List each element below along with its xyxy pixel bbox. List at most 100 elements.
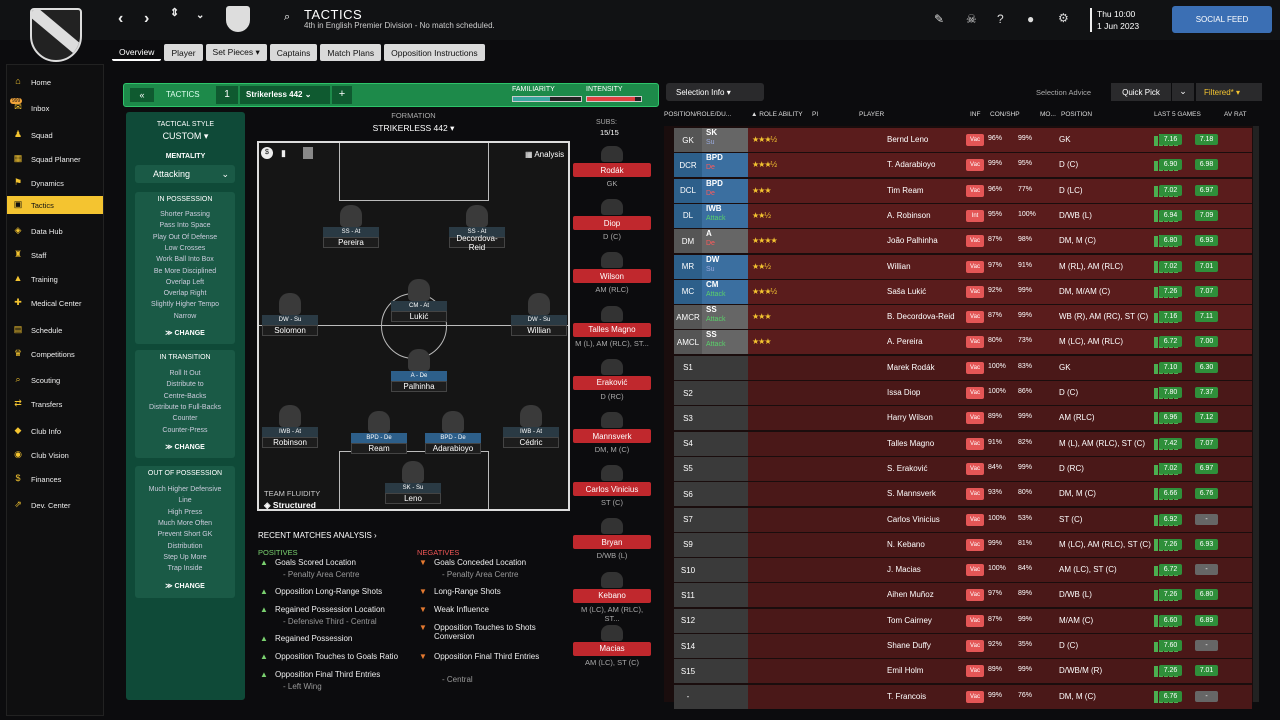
player-name[interactable]: T. Francois [887, 692, 926, 701]
sub-player[interactable]: Mannsverk DM, M (C) [573, 412, 651, 454]
sub-player[interactable]: Eraković D (RC) [573, 358, 651, 401]
table-row[interactable]: AMCL SS Attack ★★★ A. Pereira Vac 80% 73% M (LC)… [674, 330, 1252, 355]
table-row[interactable]: S4 Talles Magno Vac 91% 82% M (L), AM (RLC), … [674, 431, 1252, 456]
table-row[interactable]: S14 Shane Duffy Vac 92% 35% D (C) 7.60 - [674, 634, 1252, 658]
tactical-style-value[interactable]: CUSTOM ▾ [126, 131, 245, 142]
pitch-player[interactable]: DW - Su Solomon [262, 293, 318, 336]
role-cell[interactable]: A De [702, 229, 748, 254]
in-possession-box[interactable]: IN POSSESSION Shorter Passing Pass Into S… [135, 192, 235, 344]
role-cell[interactable] [702, 659, 748, 684]
table-row[interactable]: S6 S. Mannsverk Vac 93% 80% DM, M (C) 6.66 6.76 [674, 482, 1252, 507]
role-cell[interactable] [702, 684, 748, 709]
scrollbar[interactable] [1253, 126, 1259, 702]
chart-icon[interactable]: ▮ [281, 148, 286, 159]
role-cell[interactable]: BPD De [702, 153, 748, 178]
tab-overview[interactable]: Overview [112, 44, 162, 61]
table-row[interactable]: S10 J. Macias Vac 100% 84% AM (LC), ST (C) 6.7… [674, 558, 1252, 583]
search-icon[interactable]: ⌕ [284, 11, 290, 24]
sidebar-item-medical-center[interactable]: ✚ Medical Center [7, 294, 103, 312]
table-row[interactable]: S11 Aihen Muñoz Vac 97% 89% D/WB (L) 7.26 6.80 [674, 583, 1252, 608]
sub-player[interactable]: Rodák GK [573, 146, 651, 188]
player-name[interactable]: J. Macias [887, 565, 921, 574]
table-row[interactable]: S2 Issa Diop Vac 100% 86% D (C) 7.80 7.37 [674, 381, 1252, 405]
quick-pick-chevron-icon[interactable]: ⌄ [1172, 83, 1194, 101]
tactic-slot[interactable]: 1 [216, 86, 238, 104]
clipboard-icon[interactable] [303, 147, 313, 159]
sidebar-item-staff[interactable]: ♜ Staff [7, 246, 103, 264]
column-header[interactable]: AV RAT [1224, 111, 1247, 118]
sidebar-item-finances[interactable]: $ Finances [7, 470, 103, 488]
player-name[interactable]: João Palhinha [887, 236, 938, 245]
table-row[interactable]: S5 S. Eraković Vac 84% 99% D (RC) 7.02 6.97 [674, 456, 1252, 481]
in-transition-box[interactable]: IN TRANSITION Roll It Out Distribute to Ce… [135, 350, 235, 458]
sidebar-item-training[interactable]: ▲ Training [7, 270, 103, 288]
player-name[interactable]: Tom Cairney [887, 616, 932, 625]
column-header[interactable]: POSITION [1061, 111, 1092, 118]
sidebar-item-tactics[interactable]: ▣ Tactics [7, 196, 103, 214]
forward-icon[interactable]: › [144, 10, 149, 28]
column-header[interactable]: MO... [1040, 111, 1056, 118]
table-row[interactable]: S7 Carlos Vinicius Vac 100% 53% ST (C) 6.92 - [674, 507, 1252, 532]
player-name[interactable]: Emil Holm [887, 666, 923, 675]
table-row[interactable]: MC CM Attack ★★★½ Saša Lukić Vac 92% 99% DM, M/A… [674, 279, 1252, 304]
player-name[interactable]: Aihen Muñoz [887, 590, 934, 599]
quick-pick-button[interactable]: Quick Pick [1111, 83, 1171, 101]
back-icon[interactable]: ‹ [118, 10, 123, 28]
table-row[interactable]: MR DW Su ★★½ Willian Vac 97% 91% M (RL), AM (RLC… [674, 254, 1252, 279]
player-name[interactable]: S. Eraković [887, 464, 927, 473]
tab-match-plans[interactable]: Match Plans [320, 44, 382, 61]
updown-icon[interactable]: ⇕ [170, 6, 179, 19]
role-cell[interactable] [702, 634, 748, 658]
role-cell[interactable]: SS Attack [702, 330, 748, 355]
table-row[interactable]: AMCR SS Attack ★★★ B. Decordova-Reid Vac 87% 99… [674, 305, 1252, 330]
sidebar-item-scouting[interactable]: ⌕ Scouting [7, 371, 103, 389]
player-name[interactable]: Marek Rodák [887, 363, 935, 372]
column-header[interactable]: PLAYER [859, 111, 884, 118]
role-cell[interactable]: SK Su [702, 128, 748, 152]
table-row[interactable]: S15 Emil Holm Vac 89% 99% D/WB/M (R) 7.26 7.01 [674, 659, 1252, 684]
table-row[interactable]: S9 N. Kebano Vac 99% 81% M (LC), AM (RLC), ST… [674, 532, 1252, 557]
role-cell[interactable]: BPD De [702, 178, 748, 203]
sidebar-item-club-info[interactable]: ◆ Club Info [7, 422, 103, 440]
player-name[interactable]: B. Decordova-Reid [887, 312, 955, 321]
pitch-player[interactable]: SK - Su Leno [385, 461, 441, 504]
pitch-player[interactable]: SS - At Pereira [323, 205, 379, 248]
player-name[interactable]: Issa Diop [887, 388, 920, 397]
column-header[interactable]: PI [812, 111, 818, 118]
formation-dropdown[interactable]: STRIKERLESS 442 ▾ [257, 123, 570, 134]
player-name[interactable]: S. Mannsverk [887, 489, 936, 498]
role-cell[interactable]: IWB Attack [702, 203, 748, 228]
sub-player[interactable]: Bryan D/WB (L) [573, 518, 651, 560]
out-of-possession-change-button[interactable]: ≫ CHANGE [135, 582, 235, 590]
player-name[interactable]: A. Pereira [887, 337, 923, 346]
player-name[interactable]: Talles Magno [887, 439, 934, 448]
in-transition-change-button[interactable]: ≫ CHANGE [135, 443, 235, 451]
table-row[interactable]: DCR BPD De ★★★½ T. Adarabioyo Vac 99% 95% D (C) 6… [674, 153, 1252, 178]
sidebar-item-squad-planner[interactable]: ▦ Squad Planner [7, 150, 103, 168]
gear-icon[interactable]: ⚙ [1058, 11, 1069, 25]
table-row[interactable]: S3 Harry Wilson Vac 89% 99% AM (RLC) 6.96 7.12 [674, 406, 1252, 431]
sub-player[interactable]: Carlos Vinicius ST (C) [573, 465, 651, 507]
sidebar-item-competitions[interactable]: ♛ Competitions [7, 345, 103, 363]
player-name[interactable]: Harry Wilson [887, 413, 933, 422]
pitch-player[interactable]: IWB - At Robinson [262, 405, 318, 448]
edit-icon[interactable]: ✎ [934, 12, 944, 26]
table-row[interactable]: DCL BPD De ★★★ Tim Ream Vac 96% 77% D (LC) 7.02 6.… [674, 178, 1252, 203]
social-feed-button[interactable]: SOCIAL FEED [1172, 6, 1272, 33]
sub-player[interactable]: Wilson AM (RLC) [573, 252, 651, 294]
tab-opposition-instructions[interactable]: Opposition Instructions [384, 44, 485, 61]
role-cell[interactable] [702, 558, 748, 583]
player-name[interactable]: T. Adarabioyo [887, 160, 935, 169]
selection-advice-label[interactable]: Selection Advice [1036, 88, 1091, 97]
selection-info-dropdown[interactable]: Selection Info ▾ [666, 83, 764, 101]
sub-player[interactable]: Diop D (C) [573, 199, 651, 241]
role-cell[interactable] [702, 406, 748, 431]
column-header[interactable]: LAST 5 GAMES [1154, 111, 1201, 118]
table-row[interactable]: DM A De ★★★★ João Palhinha Vac 87% 98% DM, M (C)… [674, 229, 1252, 254]
player-name[interactable]: Shane Duffy [887, 641, 931, 650]
player-name[interactable]: Saša Lukić [887, 287, 926, 296]
club-crest-icon[interactable] [30, 8, 82, 62]
pitch-player[interactable]: BPD - De Adarabioyo [425, 411, 481, 454]
help-icon[interactable]: ? [997, 12, 1004, 26]
mentality-dropdown[interactable]: Attacking ⌄ [135, 165, 235, 183]
